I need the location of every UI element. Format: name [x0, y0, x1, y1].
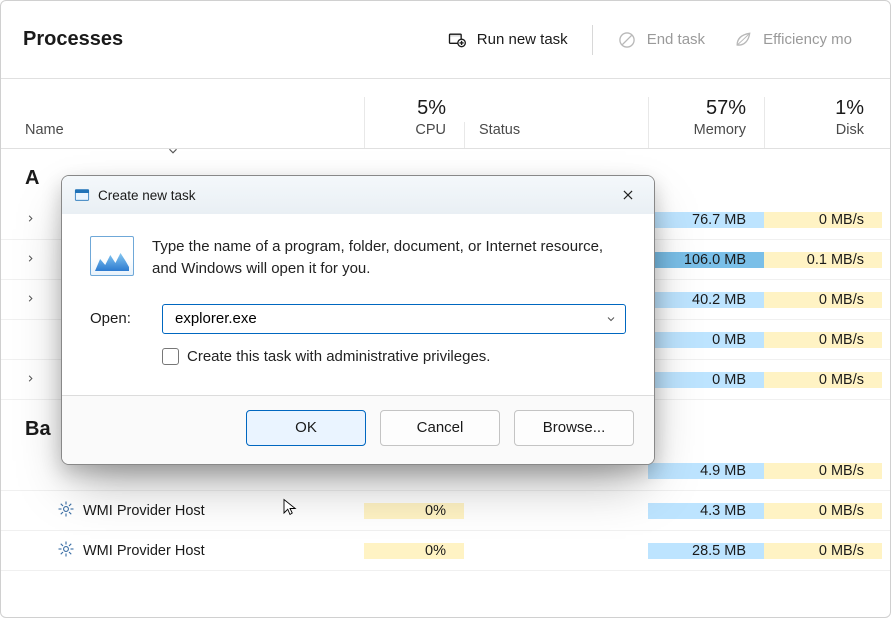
- end-task-label: End task: [647, 31, 705, 48]
- dialog-title: Create new task: [98, 188, 196, 203]
- toolbar-separator: [592, 25, 593, 55]
- cancel-label: Cancel: [417, 419, 464, 436]
- memory-cell: 106.0 MB: [648, 252, 764, 268]
- table-row[interactable]: WMI Provider Host 0% 4.3 MB 0 MB/s: [1, 491, 890, 531]
- column-headers: Name 5% CPU Status 57% Memory 1% Disk: [1, 79, 890, 149]
- process-name-cell: WMI Provider Host: [1, 500, 364, 522]
- memory-percent: 57%: [649, 97, 746, 120]
- run-new-task-button[interactable]: Run new task: [433, 22, 582, 58]
- disk-cell: 0.1 MB/s: [764, 252, 882, 268]
- open-combobox[interactable]: [162, 304, 626, 334]
- ok-label: OK: [295, 419, 317, 436]
- toolbar: Processes Run new task End task: [1, 1, 890, 79]
- disk-cell: 0 MB/s: [764, 543, 882, 559]
- page-title: Processes: [23, 28, 363, 51]
- process-name-cell: WMI Provider Host: [1, 540, 364, 562]
- memory-cell: 40.2 MB: [648, 292, 764, 308]
- column-cpu-label: CPU: [415, 122, 446, 138]
- expand-icon[interactable]: [25, 292, 39, 308]
- cpu-percent: 5%: [365, 97, 446, 120]
- memory-cell: 0 MB: [648, 372, 764, 388]
- disk-cell: 0 MB/s: [764, 372, 882, 388]
- browse-label: Browse...: [543, 419, 606, 436]
- cancel-button[interactable]: Cancel: [380, 410, 500, 446]
- leaf-icon: [733, 30, 753, 50]
- memory-cell: 4.3 MB: [648, 503, 764, 519]
- expand-icon[interactable]: [25, 212, 39, 228]
- efficiency-mode-button: Efficiency mo: [719, 22, 866, 58]
- column-name[interactable]: Name: [1, 122, 364, 148]
- disk-percent: 1%: [765, 97, 864, 120]
- expand-icon[interactable]: [25, 372, 39, 388]
- open-label: Open:: [90, 310, 146, 327]
- cpu-cell: 0%: [364, 543, 464, 559]
- close-icon: [621, 188, 635, 202]
- dialog-button-row: OK Cancel Browse...: [62, 395, 654, 464]
- process-name: WMI Provider Host: [83, 503, 205, 519]
- create-task-dialog: Create new task Type the name of a progr…: [61, 175, 655, 465]
- gear-icon: [57, 500, 75, 522]
- efficiency-mode-label: Efficiency mo: [763, 31, 852, 48]
- dialog-body: Type the name of a program, folder, docu…: [62, 214, 654, 395]
- column-memory[interactable]: 57% Memory: [648, 97, 764, 148]
- toolbar-actions: Run new task End task Efficiency mo: [433, 22, 866, 58]
- column-disk[interactable]: 1% Disk: [764, 97, 882, 148]
- chevron-down-icon: [605, 313, 617, 325]
- memory-cell: 28.5 MB: [648, 543, 764, 559]
- disk-cell: 0 MB/s: [764, 463, 882, 479]
- disk-cell: 0 MB/s: [764, 332, 882, 348]
- open-input[interactable]: [173, 309, 605, 328]
- memory-cell: 0 MB: [648, 332, 764, 348]
- column-name-label: Name: [25, 122, 64, 138]
- disk-cell: 0 MB/s: [764, 212, 882, 228]
- cpu-cell: 0%: [364, 503, 464, 519]
- run-new-task-label: Run new task: [477, 31, 568, 48]
- window-icon: [74, 187, 90, 203]
- ok-button[interactable]: OK: [246, 410, 366, 446]
- expand-icon[interactable]: [25, 252, 39, 268]
- column-disk-label: Disk: [836, 122, 864, 138]
- memory-cell: 4.9 MB: [648, 463, 764, 479]
- column-status-label: Status: [479, 122, 520, 138]
- run-task-icon: [447, 30, 467, 50]
- browse-button[interactable]: Browse...: [514, 410, 634, 446]
- admin-checkbox-label: Create this task with administrative pri…: [187, 348, 490, 365]
- chevron-down-icon: [166, 144, 180, 158]
- process-name: WMI Provider Host: [83, 543, 205, 559]
- gear-icon: [57, 540, 75, 562]
- admin-checkbox-row[interactable]: Create this task with administrative pri…: [162, 348, 626, 365]
- dialog-description-row: Type the name of a program, folder, docu…: [90, 236, 626, 280]
- column-status[interactable]: Status: [464, 122, 648, 148]
- column-memory-label: Memory: [694, 122, 746, 138]
- open-row: Open:: [90, 304, 626, 334]
- admin-checkbox[interactable]: [162, 348, 179, 365]
- close-button[interactable]: [614, 181, 642, 209]
- end-task-button: End task: [603, 22, 719, 58]
- end-task-icon: [617, 30, 637, 50]
- disk-cell: 0 MB/s: [764, 292, 882, 308]
- memory-cell: 76.7 MB: [648, 212, 764, 228]
- dialog-description: Type the name of a program, folder, docu…: [152, 236, 626, 280]
- disk-cell: 0 MB/s: [764, 503, 882, 519]
- column-cpu[interactable]: 5% CPU: [364, 97, 464, 148]
- dialog-titlebar: Create new task: [62, 176, 654, 214]
- run-icon: [90, 236, 134, 276]
- table-row[interactable]: WMI Provider Host 0% 28.5 MB 0 MB/s: [1, 531, 890, 571]
